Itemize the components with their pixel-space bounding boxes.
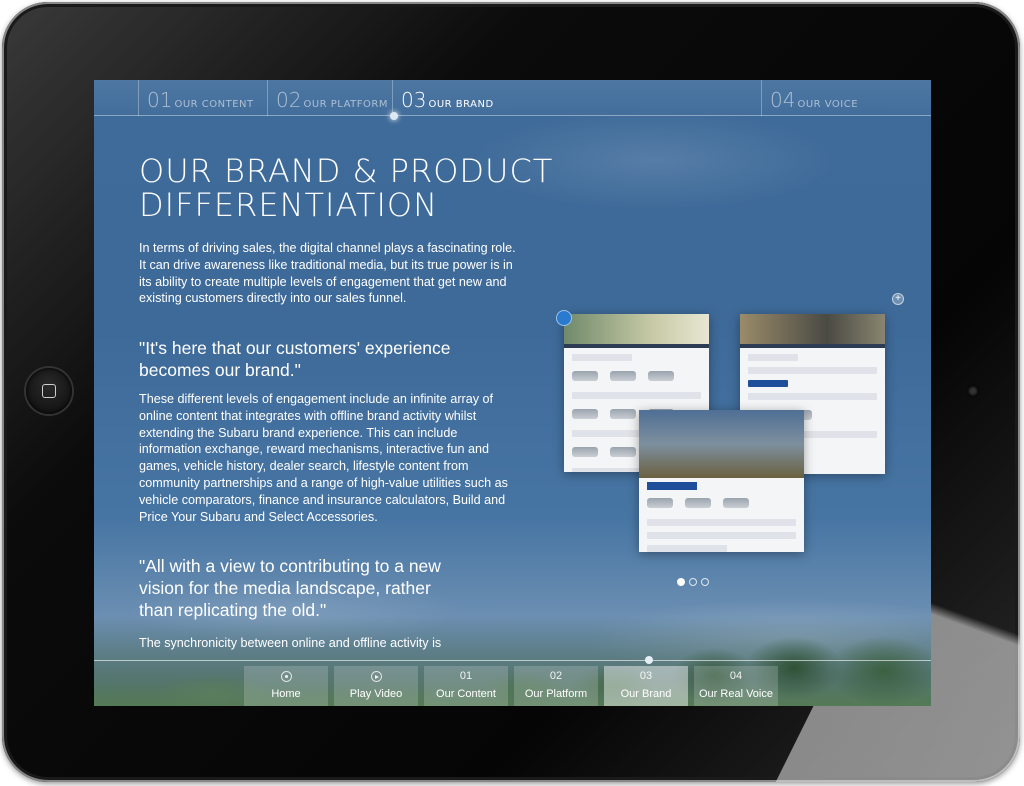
top-tab-bar: 01 OUR CONTENT 02 OUR PLATFORM 03 OUR BRAND… [94, 80, 931, 116]
tab-our-voice[interactable]: 04 OUR VOICE [761, 80, 931, 116]
bottom-nav-our-platform[interactable]: 02 Our Platform [514, 666, 598, 706]
bottom-nav-number: 01 [459, 670, 473, 682]
website-gallery[interactable] [556, 308, 916, 588]
tab-label: OUR VOICE [797, 99, 859, 110]
home-hardware-button[interactable] [26, 368, 72, 414]
screen: 01 OUR CONTENT 02 OUR PLATFORM 03 OUR BRAND… [94, 80, 931, 706]
page-title: OUR BRAND & PRODUCT DIFFERENTIATION [139, 152, 554, 224]
play-icon [370, 671, 382, 682]
pull-quote-1: "It's here that our customers' experienc… [139, 338, 451, 380]
expand-plus-icon[interactable]: + [892, 293, 904, 305]
bottom-nav-label: Our Real Voice [699, 688, 773, 700]
bottom-nav-play-video[interactable]: Play Video [334, 666, 418, 706]
bottom-nav-number: 02 [549, 670, 563, 682]
tab-number: 03 [401, 88, 427, 112]
tab-our-content[interactable]: 01 OUR CONTENT [138, 80, 268, 116]
pagination-dot[interactable] [677, 578, 685, 586]
bottom-nav-label: Our Brand [620, 688, 672, 700]
bottom-nav-number: 03 [639, 670, 653, 682]
timeline-knob[interactable] [645, 656, 653, 664]
tab-label: OUR BRAND [428, 99, 494, 110]
bottom-nav-label: Home [271, 688, 301, 700]
bottom-nav-our-real-voice[interactable]: 04 Our Real Voice [694, 666, 778, 706]
pull-quote-2: "All with a view to contributing to a ne… [139, 556, 441, 620]
bottom-nav-home[interactable]: Home [244, 666, 328, 706]
pagination-dot[interactable] [689, 578, 697, 586]
tab-our-platform[interactable]: 02 OUR PLATFORM [267, 80, 394, 116]
www-badge-icon [556, 310, 572, 326]
bottom-nav-our-content[interactable]: 01 Our Content [424, 666, 508, 706]
tab-label: OUR PLATFORM [303, 99, 388, 110]
active-tab-indicator [390, 112, 398, 120]
pagination-dot[interactable] [701, 578, 709, 586]
treeline-background [94, 616, 931, 706]
gallery-pagination [677, 573, 713, 591]
front-camera [968, 386, 978, 396]
bottom-nav-label: Our Platform [524, 688, 588, 700]
tab-number: 01 [147, 88, 173, 112]
home-icon [280, 671, 292, 682]
bottom-nav-label: Play Video [349, 688, 403, 700]
website-screenshot[interactable] [639, 410, 804, 552]
timeline-rule [94, 660, 931, 661]
bottom-nav-our-brand[interactable]: 03 Our Brand [604, 666, 688, 706]
closing-paragraph: The synchronicity between online and off… [139, 636, 442, 650]
tab-number: 02 [276, 88, 302, 112]
details-paragraph: These different levels of engagement inc… [139, 392, 508, 524]
tab-our-brand[interactable]: 03 OUR BRAND [392, 80, 762, 116]
bottom-nav-number: 04 [729, 670, 743, 682]
tab-number: 04 [770, 88, 796, 112]
tab-label: OUR CONTENT [174, 99, 254, 110]
bottom-nav-label: Our Content [436, 688, 496, 700]
intro-paragraph: In terms of driving sales, the digital c… [139, 241, 516, 306]
home-square-icon [42, 384, 56, 398]
